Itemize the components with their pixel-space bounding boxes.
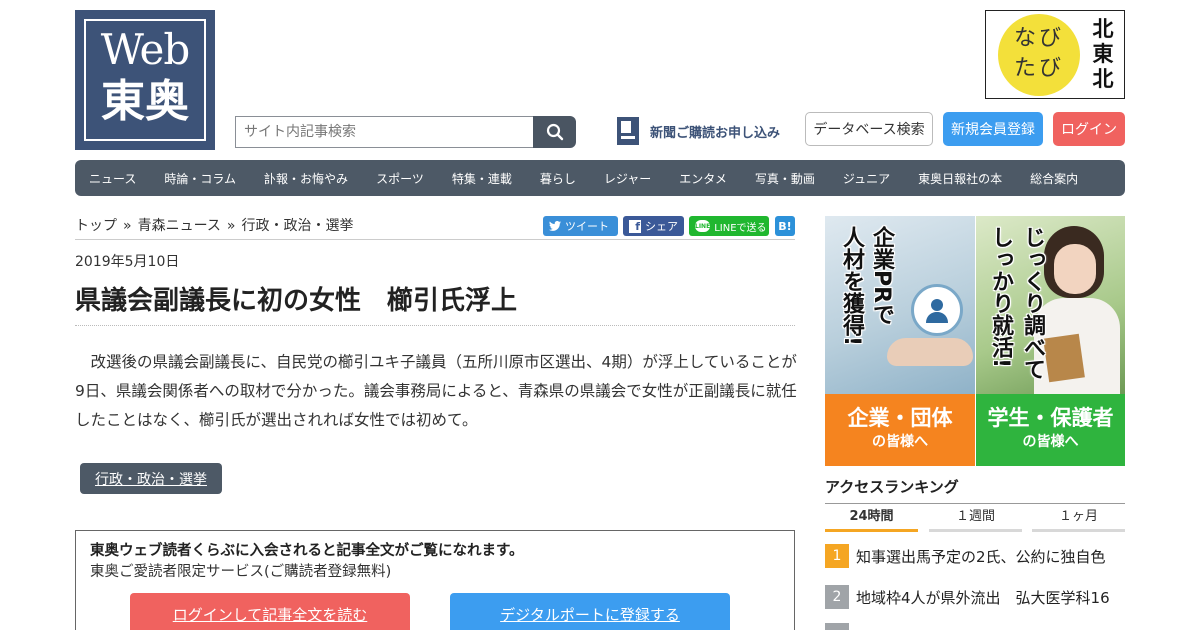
member-prompt-title: 東奥ウェブ読者くらぶに入会されると記事全文がご覧になれます。 bbox=[90, 543, 524, 559]
recruit-banner[interactable]: 企業PRで 人材を獲得! じっくり調べて しっかり就活! 企業・団体 の皆様へ … bbox=[825, 216, 1125, 466]
search-icon bbox=[546, 123, 563, 141]
member-prompt-box: 東奥ウェブ読者くらぶに入会されると記事全文がご覧になれます。 東奥ご愛読者限定サ… bbox=[75, 530, 795, 630]
article-body: 改選後の県議会副議長に、自民党の櫛引ユキ子議員（五所川原市区選出、4期）が浮上し… bbox=[75, 353, 797, 429]
logo-tou-text: 東奥 bbox=[101, 76, 189, 127]
nav-item-info[interactable]: 総合案内 bbox=[1030, 170, 1078, 187]
category-tag[interactable]: 行政・政治・選挙 bbox=[80, 463, 222, 494]
nav-item-news[interactable]: ニュース bbox=[89, 170, 136, 187]
banner-left-vertical-1: 企業PRで bbox=[865, 226, 897, 332]
breadcrumb-separator: » bbox=[226, 218, 236, 234]
open-hand-image bbox=[887, 338, 973, 366]
nav-item-obituary[interactable]: 訃報・お悔やみ bbox=[264, 170, 348, 187]
ranking-item-partial[interactable] bbox=[825, 622, 1125, 630]
document-folder-image bbox=[1043, 333, 1085, 383]
ranking-item[interactable]: 1 知事選出馬予定の2氏、公約に独自色 bbox=[825, 543, 1125, 569]
banner-right-panel: じっくり調べて しっかり就活! bbox=[976, 216, 1125, 394]
logo-frame: Web 東奥 bbox=[84, 19, 206, 141]
ranking-number-partial bbox=[825, 623, 849, 630]
breadcrumb: トップ » 青森ニュース » 行政・政治・選挙 bbox=[75, 215, 353, 235]
ranking-divider bbox=[825, 503, 1125, 504]
banner-right-copy-1: じっくり調べて bbox=[1020, 226, 1045, 380]
ranking-tab-month[interactable]: １ヶ月 bbox=[1032, 508, 1125, 532]
database-search-button[interactable]: データベース検索 bbox=[805, 112, 933, 146]
nav-item-sports[interactable]: スポーツ bbox=[376, 170, 424, 187]
search-button[interactable] bbox=[533, 116, 576, 148]
facebook-f-icon: f bbox=[629, 219, 641, 233]
article-date: 2019年5月10日 bbox=[75, 254, 180, 270]
breadcrumb-divider bbox=[75, 239, 795, 240]
hatena-bookmark-button[interactable]: B! bbox=[775, 216, 795, 236]
ranking-number: 1 bbox=[825, 544, 849, 568]
breadcrumb-top[interactable]: トップ bbox=[75, 218, 117, 234]
nav-item-junior[interactable]: ジュニア bbox=[843, 170, 890, 187]
banner-companies-sub: の皆様へ bbox=[872, 434, 928, 450]
navitabi-circle: なび たび bbox=[998, 14, 1080, 96]
line-share-label: LINEで送る bbox=[714, 222, 767, 234]
search-form bbox=[235, 116, 576, 148]
navitabi-line1: なび bbox=[1013, 26, 1064, 51]
newspaper-icon bbox=[617, 117, 639, 145]
headline-divider bbox=[75, 325, 795, 326]
banner-left-copy-2: 人材を獲得! bbox=[839, 226, 864, 347]
banner-companies-title: 企業・団体 bbox=[847, 406, 953, 430]
subscribe-link[interactable]: 新聞ご購読お申し込み bbox=[617, 117, 780, 145]
navitabi-vertical-text: 北 東 北 bbox=[1089, 17, 1117, 92]
nav-item-photo-video[interactable]: 写真・動画 bbox=[755, 170, 815, 187]
navitabi-char: 北 bbox=[1092, 17, 1114, 41]
nav-item-column[interactable]: 時論・コラム bbox=[164, 170, 236, 187]
twitter-share-button[interactable]: ツイート bbox=[543, 216, 618, 236]
navitabi-line2: たび bbox=[1013, 56, 1064, 81]
twitter-share-label: ツイート bbox=[565, 220, 609, 233]
ranking-title: アクセスランキング bbox=[825, 478, 959, 496]
ranking-item[interactable]: 2 地域枠4人が県外流出 弘大医学科16 bbox=[825, 584, 1125, 610]
digital-port-register-button[interactable]: デジタルポートに登録する bbox=[450, 593, 730, 630]
register-button[interactable]: 新規会員登録 bbox=[943, 112, 1043, 146]
nav-item-entertainment[interactable]: エンタメ bbox=[679, 170, 727, 187]
ranking-text: 地域枠4人が県外流出 弘大医学科16 bbox=[856, 588, 1110, 607]
nav-item-books[interactable]: 東奥日報社の本 bbox=[918, 170, 1002, 187]
search-input[interactable] bbox=[235, 116, 534, 148]
article-headline: 県議会副議長に初の女性 櫛引氏浮上 bbox=[75, 286, 518, 316]
banner-right-vertical-2: しっかり就活! bbox=[984, 226, 1016, 375]
ranking-number: 2 bbox=[825, 585, 849, 609]
facebook-share-label: シェア bbox=[645, 220, 678, 233]
banner-students-title: 学生・保護者 bbox=[987, 406, 1114, 430]
main-nav: ニュース 時論・コラム 訃報・お悔やみ スポーツ 特集・連載 暮らし レジャー … bbox=[75, 160, 1125, 196]
line-share-button[interactable]: LINE LINEで送る bbox=[689, 216, 769, 236]
banner-left-copy-1: 企業PRで bbox=[869, 226, 894, 326]
banner-left-vertical-2: 人材を獲得! bbox=[835, 226, 867, 353]
banner-left-panel: 企業PRで 人材を獲得! bbox=[825, 216, 975, 394]
nav-item-features[interactable]: 特集・連載 bbox=[452, 170, 512, 187]
banner-students-sub: の皆様へ bbox=[1022, 434, 1079, 450]
banner-right-vertical-1: じっくり調べて bbox=[1016, 226, 1048, 387]
login-read-full-button[interactable]: ログインして記事全文を読む bbox=[130, 593, 410, 630]
banner-right-copy-2: しっかり就活! bbox=[988, 226, 1013, 369]
banner-students-link[interactable]: 学生・保護者 の皆様へ bbox=[976, 394, 1125, 466]
ranking-tab-week[interactable]: １週間 bbox=[929, 508, 1022, 532]
breadcrumb-current[interactable]: 行政・政治・選挙 bbox=[241, 218, 353, 234]
site-logo[interactable]: Web 東奥 bbox=[75, 10, 215, 150]
subscribe-label: 新聞ご購読お申し込み bbox=[650, 125, 781, 141]
nav-item-living[interactable]: 暮らし bbox=[540, 170, 576, 187]
breadcrumb-separator: » bbox=[123, 218, 132, 234]
breadcrumb-category[interactable]: 青森ニュース bbox=[138, 218, 221, 234]
ranking-tab-24h[interactable]: 24時間 bbox=[825, 508, 918, 532]
navitabi-char: 北 bbox=[1092, 67, 1114, 91]
ranking-text: 知事選出馬予定の2氏、公約に独自色 bbox=[856, 547, 1106, 566]
line-chat-icon: LINE bbox=[695, 220, 711, 232]
nav-item-leisure[interactable]: レジャー bbox=[604, 170, 651, 187]
logo-web-text: Web bbox=[100, 25, 191, 74]
twitter-bird-icon bbox=[549, 221, 561, 231]
member-prompt-subtitle: 東奥ご愛読者限定サービス(ご購読者登録無料) bbox=[90, 564, 392, 580]
banner-companies-link[interactable]: 企業・団体 の皆様へ bbox=[825, 394, 975, 466]
navitabi-char: 東 bbox=[1092, 42, 1114, 66]
navitabi-banner[interactable]: なび たび 北 東 北 bbox=[985, 10, 1125, 99]
facebook-share-button[interactable]: f シェア bbox=[623, 216, 684, 236]
login-button[interactable]: ログイン bbox=[1053, 112, 1125, 146]
person-icon bbox=[911, 284, 963, 336]
student-face-image bbox=[1054, 244, 1096, 294]
